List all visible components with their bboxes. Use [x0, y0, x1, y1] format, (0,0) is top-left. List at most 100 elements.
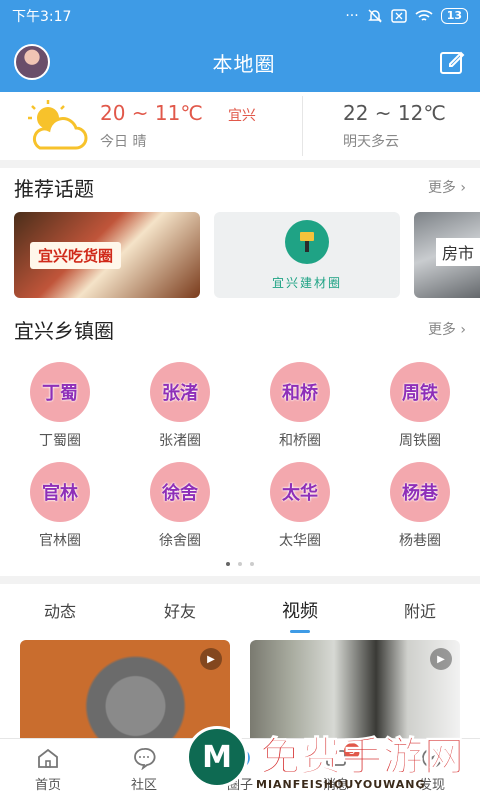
topic-card-building[interactable]: 宜兴建材圈: [214, 212, 400, 298]
topic-label: 宜兴建材圈: [271, 275, 342, 290]
town-item[interactable]: 丁蜀 丁蜀圈: [0, 362, 120, 450]
compass-icon: [422, 748, 442, 768]
town-badge: 徐舍: [150, 462, 210, 522]
topics-header: 推荐话题 更多 ›: [0, 168, 480, 206]
header: 本地圈: [0, 32, 480, 92]
town-badge-text: 杨巷: [402, 483, 438, 504]
town-item[interactable]: 官林 官林圈: [0, 462, 120, 550]
video-list: ▶ ▶: [0, 640, 480, 750]
weather-today: 20 ~ 11℃ 宜兴 今日 晴: [0, 96, 303, 156]
town-name: 张渚圈: [159, 433, 201, 449]
nav-label: 圈子: [226, 778, 253, 793]
top-bar: 下午3:17 ··· 13 本地圈: [0, 0, 480, 92]
town-badge: 张渚: [150, 362, 210, 422]
sun-cloud-icon: [28, 100, 88, 150]
weather-today-text: 20 ~ 11℃ 宜兴 今日 晴: [100, 101, 256, 151]
battery-icon: 13: [440, 8, 468, 24]
page-indicator: [0, 550, 480, 576]
play-icon[interactable]: ▶: [200, 648, 222, 670]
town-item[interactable]: 周铁 周铁圈: [360, 362, 480, 450]
topic-card-food[interactable]: 宜兴吃货圈: [14, 212, 200, 298]
today-description: 今日 晴: [100, 134, 147, 150]
town-name: 周铁圈: [399, 433, 441, 449]
divider: [0, 576, 480, 584]
town-badge: 官林: [30, 462, 90, 522]
more-label: 更多: [427, 322, 456, 338]
town-badge-text: 太华: [282, 483, 318, 504]
nav-messages[interactable]: 3 消息: [288, 739, 384, 800]
page-dot: [226, 562, 230, 566]
town-badge: 杨巷: [390, 462, 450, 522]
town-name: 太华圈: [279, 533, 321, 549]
tab-dynamic[interactable]: 动态: [0, 598, 120, 622]
topic-label: 宜兴吃货圈: [30, 242, 122, 269]
town-name: 杨巷圈: [399, 533, 441, 549]
weather-panel[interactable]: 20 ~ 11℃ 宜兴 今日 晴 22 ~ 12℃ 明天多云: [0, 92, 480, 160]
town-badge: 和桥: [270, 362, 330, 422]
video-thumbnail[interactable]: ▶: [250, 640, 460, 750]
town-badge-text: 张渚: [162, 383, 198, 404]
town-badge-text: 丁蜀: [42, 383, 78, 404]
town-badge: 太华: [270, 462, 330, 522]
status-time: 下午3:17: [12, 9, 72, 25]
status-icons: ··· 13: [345, 8, 468, 24]
section-title-topics: 推荐话题: [14, 176, 94, 201]
divider: [0, 160, 480, 168]
wifi-icon: [415, 10, 433, 21]
town-item[interactable]: 杨巷 杨巷圈: [360, 462, 480, 550]
nav-discover[interactable]: 发现: [384, 739, 480, 800]
sim-icon: [390, 9, 407, 23]
nav-circle[interactable]: 圈子: [192, 739, 288, 800]
weather-tomorrow: 22 ~ 12℃ 明天多云: [303, 101, 446, 151]
topic-label: 房市: [436, 238, 480, 266]
today-temperature: 20 ~ 11℃: [100, 101, 203, 125]
page-title: 本地圈: [212, 51, 276, 76]
town-name: 和桥圈: [279, 433, 321, 449]
unread-badge: 3: [344, 743, 360, 759]
nav-label: 消息: [322, 778, 349, 793]
paint-brush-icon: [285, 219, 329, 264]
video-thumbnail[interactable]: ▶: [20, 640, 230, 750]
more-label: 更多: [427, 180, 456, 196]
town-badge: 周铁: [390, 362, 450, 422]
town-badge: 丁蜀: [30, 362, 90, 422]
towns-more-link[interactable]: 更多 ›: [428, 319, 466, 339]
town-item[interactable]: 徐舍 徐舍圈: [120, 462, 240, 550]
page-dot: [238, 562, 242, 566]
bottom-nav: 首页 社区 圈子 3 消息 发现: [0, 738, 480, 800]
nav-label: 发现: [418, 778, 445, 793]
circle-icon: [230, 748, 250, 768]
town-badge-text: 徐舍: [162, 483, 198, 504]
tomorrow-description: 明天多云: [343, 134, 399, 150]
tab-nearby[interactable]: 附近: [360, 598, 480, 622]
compose-icon[interactable]: [438, 48, 466, 76]
town-badge-text: 周铁: [402, 383, 438, 404]
status-bar: 下午3:17 ··· 13: [0, 0, 480, 32]
tab-friends[interactable]: 好友: [120, 598, 240, 622]
nav-community[interactable]: 社区: [96, 739, 192, 800]
tomorrow-temperature: 22 ~ 12℃: [343, 101, 446, 125]
town-item[interactable]: 太华 太华圈: [240, 462, 360, 550]
chat-bubble-icon: [134, 748, 156, 770]
nav-label: 首页: [34, 778, 61, 793]
topics-more-link[interactable]: 更多 ›: [428, 177, 466, 197]
section-title-towns: 宜兴乡镇圈: [14, 318, 114, 343]
avatar[interactable]: [14, 44, 50, 80]
feed-tabs: 动态 好友 视频 附近: [0, 584, 480, 636]
town-item[interactable]: 和桥 和桥圈: [240, 362, 360, 450]
towns-header: 宜兴乡镇圈 更多 ›: [0, 310, 480, 348]
nav-home[interactable]: 首页: [0, 739, 96, 800]
town-item[interactable]: 张渚 张渚圈: [120, 362, 240, 450]
tab-video[interactable]: 视频: [240, 597, 360, 633]
town-name: 徐舍圈: [159, 533, 201, 549]
topic-card-house[interactable]: 房市: [414, 212, 480, 298]
bell-muted-icon: [367, 9, 382, 23]
topics-carousel[interactable]: 宜兴吃货圈 宜兴建材圈 房市: [0, 206, 480, 310]
town-badge-text: 官林: [42, 483, 78, 504]
more-dots-icon: ···: [345, 8, 359, 24]
nav-label: 社区: [130, 778, 157, 793]
play-icon[interactable]: ▶: [430, 648, 452, 670]
town-name: 丁蜀圈: [39, 433, 81, 449]
towns-grid: 丁蜀丁蜀圈 张渚张渚圈 和桥和桥圈 周铁周铁圈 官林 官林圈 徐舍徐舍圈 太华太华…: [0, 348, 480, 550]
town-badge-text: 和桥: [282, 383, 318, 404]
